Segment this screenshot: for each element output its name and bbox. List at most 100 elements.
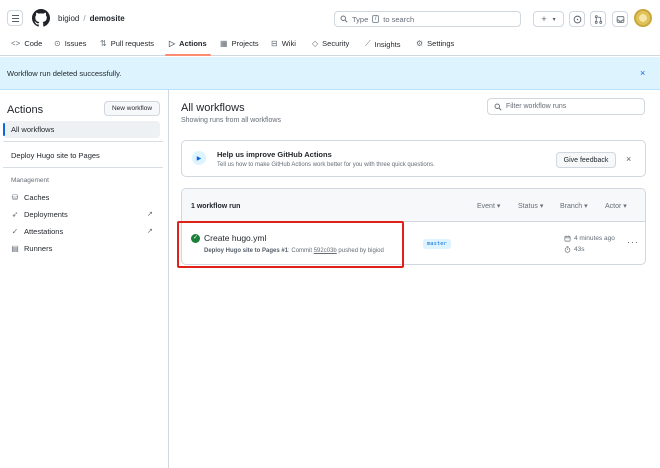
chevron-down-icon: ▾ bbox=[623, 203, 627, 210]
tab-label: Security bbox=[322, 39, 350, 48]
graph-icon: ⟋ bbox=[365, 39, 371, 48]
database-icon: ⛁ bbox=[11, 193, 19, 202]
run-time-text: 4 minutes ago bbox=[574, 235, 615, 242]
tab-pull-requests[interactable]: ⇅ Pull requests bbox=[100, 39, 154, 48]
tab-issues[interactable]: ⊙ Issues bbox=[54, 39, 86, 48]
avatar[interactable] bbox=[634, 9, 652, 27]
give-feedback-button[interactable]: Give feedback bbox=[556, 152, 616, 168]
runs-count: 1 workflow run bbox=[191, 203, 241, 210]
sidebar: Actions New workflow All workflows Deplo… bbox=[0, 90, 169, 468]
tab-label: Settings bbox=[427, 39, 455, 48]
tab-label: Actions bbox=[179, 39, 207, 48]
flash-message: Workflow run deleted successfully. × bbox=[0, 57, 660, 90]
inbox-icon bbox=[616, 15, 624, 23]
search-icon bbox=[494, 103, 502, 111]
sidebar-item-caches[interactable]: ⛁ Caches bbox=[11, 193, 50, 202]
tab-label: Projects bbox=[231, 39, 259, 48]
calendar-icon bbox=[564, 235, 571, 242]
play-circle-icon: ▶ bbox=[192, 151, 206, 165]
filter-label: Branch bbox=[560, 203, 583, 210]
filter-branch[interactable]: Branch ▾ bbox=[560, 202, 588, 210]
tab-settings[interactable]: ⚙ Settings bbox=[416, 39, 454, 48]
search-icon bbox=[340, 15, 348, 23]
run-time: 4 minutes ago bbox=[564, 235, 615, 242]
breadcrumb: bigiod / demosite bbox=[58, 14, 125, 23]
plus-icon: + bbox=[541, 14, 547, 24]
sidebar-item-label: Deployments bbox=[24, 210, 68, 219]
sidebar-item-label: Attestations bbox=[24, 227, 64, 236]
kebab-menu-icon[interactable]: ··· bbox=[627, 237, 639, 247]
tab-projects[interactable]: ▦ Projects bbox=[220, 39, 259, 48]
search-input[interactable]: Type / to search bbox=[334, 11, 521, 27]
play-icon: ▷ bbox=[169, 39, 176, 48]
tab-code[interactable]: <> Code bbox=[11, 39, 42, 48]
filter-event[interactable]: Event ▾ bbox=[477, 202, 500, 210]
github-logo-icon[interactable] bbox=[32, 9, 50, 27]
issue-icon: ⊙ bbox=[54, 39, 61, 48]
filter-label: Event bbox=[477, 203, 495, 210]
tab-insights[interactable]: ⟋ Insights bbox=[365, 39, 400, 49]
chevron-down-icon: ▾ bbox=[539, 203, 544, 210]
filter-label: Actor bbox=[605, 203, 622, 210]
create-new-button[interactable]: + ▾ bbox=[533, 11, 564, 27]
tab-security[interactable]: ◇ Security bbox=[312, 39, 349, 48]
tab-label: Code bbox=[24, 39, 43, 48]
run-duration: 43s bbox=[564, 246, 584, 253]
sidebar-item-runners[interactable]: ▤ Runners bbox=[11, 244, 52, 253]
tab-label: Wiki bbox=[281, 39, 296, 48]
top-bar: bigiod / demosite Type / to search + ▾ bbox=[0, 0, 660, 36]
management-heading: Management bbox=[11, 177, 49, 184]
tab-wiki[interactable]: ⊟ Wiki bbox=[271, 39, 296, 48]
chevron-down-icon: ▾ bbox=[552, 16, 556, 23]
sidebar-item-deployments[interactable]: ➶ Deployments bbox=[11, 210, 68, 219]
chevron-down-icon: ▾ bbox=[584, 203, 588, 210]
pull-request-icon bbox=[594, 14, 602, 24]
pull-request-icon: ⇅ bbox=[100, 39, 107, 48]
filter-actor[interactable]: Actor ▾ bbox=[605, 202, 627, 210]
flash-text: Workflow run deleted successfully. bbox=[7, 69, 122, 78]
code-icon: <> bbox=[11, 39, 21, 48]
banner-title: Help us improve GitHub Actions bbox=[217, 150, 332, 159]
page-subtitle: Showing runs from all workflows bbox=[181, 117, 281, 124]
breadcrumb-separator: / bbox=[83, 14, 86, 23]
close-icon[interactable]: × bbox=[626, 154, 631, 164]
sidebar-item-workflow[interactable]: Deploy Hugo site to Pages bbox=[11, 151, 100, 160]
active-tab-underline bbox=[165, 54, 211, 56]
tab-label: Pull requests bbox=[110, 39, 155, 48]
stopwatch-icon bbox=[564, 246, 571, 253]
pull-requests-button[interactable] bbox=[590, 11, 606, 27]
inbox-button[interactable] bbox=[612, 11, 628, 27]
filter-placeholder: Filter workflow runs bbox=[506, 103, 567, 110]
tab-label: Insights bbox=[374, 39, 401, 49]
runs-header: 1 workflow run Event ▾ Status ▾ Branch ▾… bbox=[182, 189, 645, 222]
filter-label: Status bbox=[518, 203, 538, 210]
active-indicator bbox=[3, 123, 5, 136]
sidebar-title: Actions bbox=[7, 104, 44, 116]
divider bbox=[3, 141, 163, 142]
verified-icon: ✓ bbox=[11, 227, 19, 236]
chevron-down-icon: ▾ bbox=[496, 203, 501, 210]
breadcrumb-owner[interactable]: bigiod bbox=[58, 14, 79, 23]
sidebar-item-attestations[interactable]: ✓ Attestations bbox=[11, 227, 64, 236]
sidebar-item-label: Caches bbox=[24, 193, 50, 202]
external-link-icon: ↗ bbox=[147, 228, 153, 235]
tab-actions[interactable]: ▷ Actions bbox=[169, 39, 207, 48]
sidebar-item-label: Runners bbox=[24, 244, 53, 253]
issues-button[interactable] bbox=[569, 11, 585, 27]
filter-runs-input[interactable]: Filter workflow runs bbox=[487, 98, 645, 115]
run-duration-text: 43s bbox=[574, 246, 585, 253]
book-icon: ⊟ bbox=[271, 39, 278, 48]
tab-label: Issues bbox=[64, 39, 87, 48]
gear-icon: ⚙ bbox=[416, 39, 424, 48]
issue-opened-icon bbox=[573, 15, 581, 23]
branch-badge[interactable]: master bbox=[423, 239, 451, 249]
server-icon: ▤ bbox=[11, 244, 19, 253]
close-icon[interactable]: × bbox=[640, 68, 645, 78]
new-workflow-button[interactable]: New workflow bbox=[104, 101, 160, 116]
menu-button[interactable] bbox=[7, 10, 23, 26]
search-placeholder: Type bbox=[352, 14, 369, 24]
filter-status[interactable]: Status ▾ bbox=[518, 202, 543, 210]
breadcrumb-repo[interactable]: demosite bbox=[90, 14, 125, 23]
divider bbox=[3, 167, 163, 168]
table-icon: ▦ bbox=[220, 39, 228, 48]
